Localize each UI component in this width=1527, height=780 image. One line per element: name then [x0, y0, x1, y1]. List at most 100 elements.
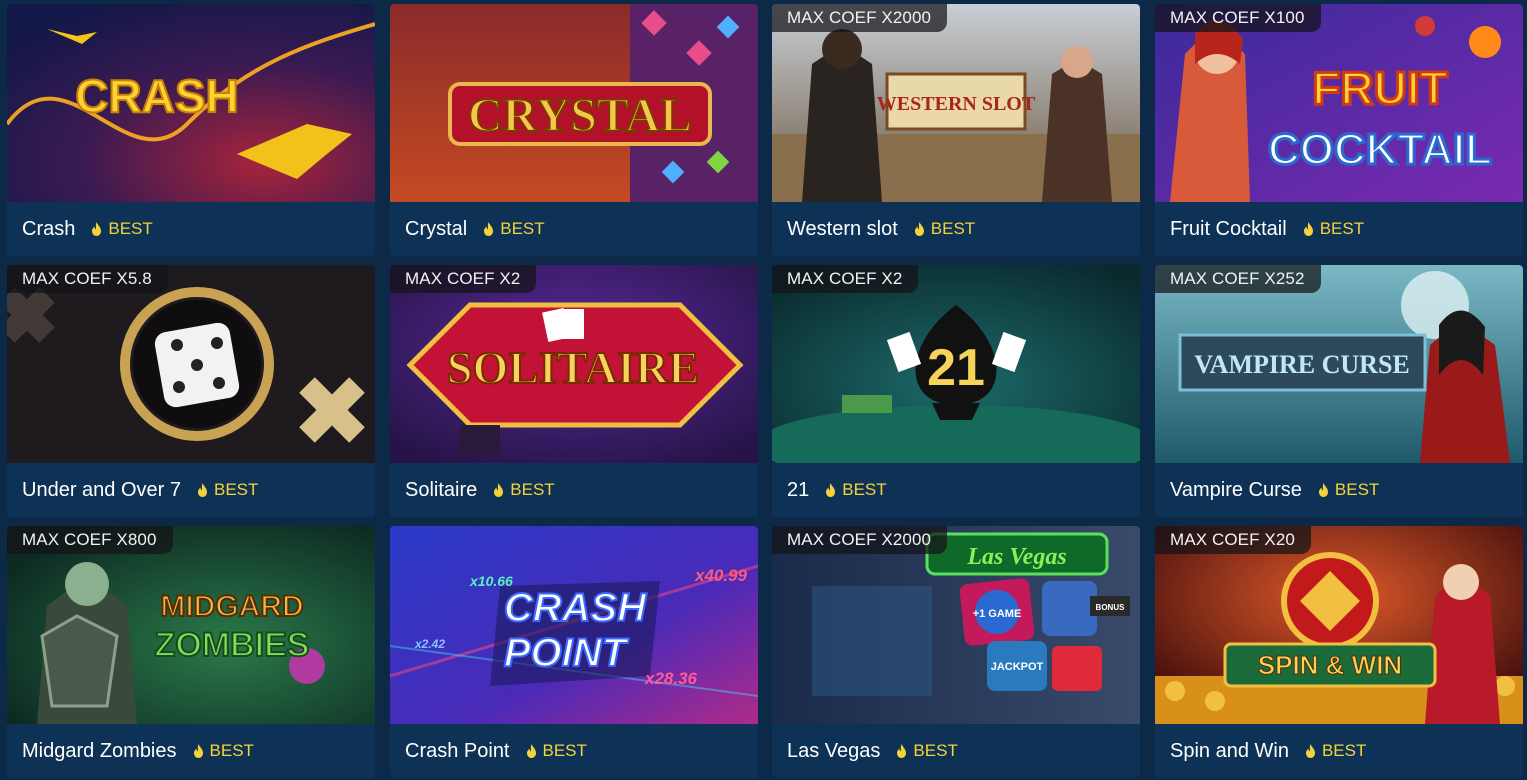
- game-thumbnail[interactable]: 21: [772, 265, 1140, 463]
- max-coef-badge: MAX COEF X800: [7, 526, 173, 554]
- flame-icon: [91, 222, 108, 236]
- game-title: Crash: [22, 217, 76, 240]
- svg-text:CRASH: CRASH: [504, 586, 647, 630]
- game-thumbnail[interactable]: VAMPIRE CURSE: [1155, 265, 1523, 463]
- flame-icon: [483, 222, 500, 236]
- best-badge: BEST: [526, 741, 587, 761]
- game-card-crystal[interactable]: CRYSTAL Crystal BEST: [390, 4, 758, 256]
- max-coef-badge: MAX COEF X20: [1155, 526, 1311, 554]
- game-thumbnail[interactable]: x10.66 x40.99 x2.42 x28.36 CRASH POINT: [390, 526, 758, 724]
- game-card-footer: Solitaire BEST: [390, 463, 758, 517]
- game-card-footer: Fruit Cocktail BEST: [1155, 202, 1523, 256]
- game-card-footer: Crystal BEST: [390, 202, 758, 256]
- max-coef-badge: MAX COEF X100: [1155, 4, 1321, 32]
- svg-text:x40.99: x40.99: [694, 566, 748, 585]
- game-card-midgard-zombies[interactable]: MIDGARD ZOMBIES MAX COEF X800 Midgard Zomb…: [7, 526, 375, 778]
- flame-icon: [193, 744, 210, 758]
- game-card-footer: 21 BEST: [772, 463, 1140, 517]
- game-title: Fruit Cocktail: [1170, 217, 1287, 240]
- svg-text:x28.36: x28.36: [644, 669, 698, 688]
- flame-icon: [896, 744, 913, 758]
- game-thumbnail[interactable]: FRUIT COCKTAIL: [1155, 4, 1523, 202]
- game-card-under-and-over-7[interactable]: MAX COEF X5.8 Under and Over 7 BEST: [7, 265, 375, 517]
- game-grid: CRASH Crash BEST CRYSTAL Crystal BEST WESTER…: [0, 0, 1527, 780]
- game-thumbnail[interactable]: CRYSTAL: [390, 4, 758, 202]
- best-badge-label: BEST: [842, 480, 887, 499]
- best-badge: BEST: [193, 741, 254, 761]
- best-badge: BEST: [896, 741, 958, 761]
- flame-icon: [1305, 744, 1322, 758]
- game-card-vampire-curse[interactable]: VAMPIRE CURSE MAX COEF X252 Vampire Curse B…: [1155, 265, 1523, 517]
- game-card-footer: Las Vegas BEST: [772, 724, 1140, 778]
- game-title: Midgard Zombies: [22, 739, 177, 762]
- game-card-footer: Spin and Win BEST: [1155, 724, 1523, 778]
- best-badge-label: BEST: [510, 480, 555, 499]
- svg-text:+1 GAME: +1 GAME: [973, 608, 1022, 620]
- game-card-21[interactable]: 21 MAX COEF X2 21 BEST: [772, 265, 1140, 517]
- svg-text:WESTERN SLOT: WESTERN SLOT: [877, 93, 1036, 115]
- best-badge: BEST: [483, 219, 545, 239]
- max-coef-badge: MAX COEF X252: [1155, 265, 1321, 293]
- max-coef-badge: MAX COEF X2: [390, 265, 537, 293]
- game-thumbnail[interactable]: SPIN & WIN: [1155, 526, 1523, 724]
- game-card-spin-and-win[interactable]: SPIN & WIN MAX COEF X20 Spin and Win BEST: [1155, 526, 1523, 778]
- best-badge-label: BEST: [542, 741, 587, 760]
- flame-icon: [1303, 222, 1320, 236]
- svg-text:CRYSTAL: CRYSTAL: [468, 89, 692, 142]
- game-title: Spin and Win: [1170, 739, 1289, 762]
- best-badge: BEST: [1318, 480, 1379, 500]
- game-title: Solitaire: [405, 478, 478, 501]
- game-card-footer: Crash BEST: [7, 202, 375, 256]
- svg-text:CRASH: CRASH: [75, 70, 239, 122]
- game-card-crash[interactable]: CRASH Crash BEST: [7, 4, 375, 256]
- svg-text:ZOMBIES: ZOMBIES: [155, 626, 310, 664]
- flame-icon: [914, 222, 931, 236]
- game-title: Western slot: [787, 217, 898, 240]
- best-badge: BEST: [493, 480, 555, 500]
- flame-icon: [493, 483, 510, 497]
- svg-text:SOLITAIRE: SOLITAIRE: [447, 342, 699, 393]
- svg-text:POINT: POINT: [504, 631, 630, 675]
- game-card-fruit-cocktail[interactable]: FRUIT COCKTAIL MAX COEF X100 Fruit Cocktai…: [1155, 4, 1523, 256]
- best-badge-label: BEST: [930, 219, 976, 238]
- best-badge-label: BEST: [1334, 480, 1380, 499]
- game-thumbnail[interactable]: CRASH: [7, 4, 375, 202]
- game-thumbnail[interactable]: [7, 265, 375, 463]
- game-thumbnail[interactable]: MIDGARD ZOMBIES: [7, 526, 375, 724]
- game-card-footer: Under and Over 7 BEST: [7, 463, 375, 517]
- best-badge: BEST: [914, 219, 975, 239]
- svg-text:21: 21: [927, 339, 985, 397]
- game-thumbnail[interactable]: WESTERN SLOT: [772, 4, 1140, 202]
- best-badge: BEST: [91, 219, 153, 239]
- svg-text:MIDGARD: MIDGARD: [160, 590, 303, 623]
- game-card-crash-point[interactable]: x10.66 x40.99 x2.42 x28.36 CRASH POINT Cr…: [390, 526, 758, 778]
- svg-text:Las Vegas: Las Vegas: [966, 544, 1066, 570]
- flame-icon: [1318, 483, 1335, 497]
- game-title: Las Vegas: [787, 739, 881, 762]
- best-badge-label: BEST: [1319, 219, 1365, 238]
- game-title: Crystal: [405, 217, 468, 240]
- best-badge-label: BEST: [213, 480, 259, 499]
- max-coef-badge: MAX COEF X2000: [772, 4, 948, 32]
- game-card-footer: Vampire Curse BEST: [1155, 463, 1523, 517]
- game-card-footer: Midgard Zombies BEST: [7, 724, 375, 778]
- game-thumbnail[interactable]: Las Vegas +1 GAME BONUS JACKPOT: [772, 526, 1140, 724]
- best-badge: BEST: [1303, 219, 1364, 239]
- svg-text:x2.42: x2.42: [414, 637, 445, 651]
- game-thumbnail[interactable]: SOLITAIRE: [390, 265, 758, 463]
- best-badge-label: BEST: [108, 219, 153, 238]
- game-card-western-slot[interactable]: WESTERN SLOT MAX COEF X2000 Western slot BE…: [772, 4, 1140, 256]
- svg-text:SPIN & WIN: SPIN & WIN: [1258, 650, 1402, 680]
- game-card-solitaire[interactable]: SOLITAIRE MAX COEF X2 Solitaire BEST: [390, 265, 758, 517]
- max-coef-badge: MAX COEF X2000: [772, 526, 948, 554]
- svg-text:COCKTAIL: COCKTAIL: [1268, 125, 1492, 174]
- svg-text:VAMPIRE CURSE: VAMPIRE CURSE: [1194, 350, 1410, 379]
- game-card-las-vegas[interactable]: Las Vegas +1 GAME BONUS JACKPOT MAX COEF…: [772, 526, 1140, 778]
- best-badge-label: BEST: [1321, 741, 1367, 760]
- flame-icon: [825, 483, 842, 497]
- game-title: Crash Point: [405, 739, 510, 762]
- best-badge-label: BEST: [913, 741, 958, 760]
- svg-text:BONUS: BONUS: [1096, 603, 1126, 612]
- game-card-footer: Crash Point BEST: [390, 724, 758, 778]
- svg-text:FRUIT: FRUIT: [1312, 62, 1447, 114]
